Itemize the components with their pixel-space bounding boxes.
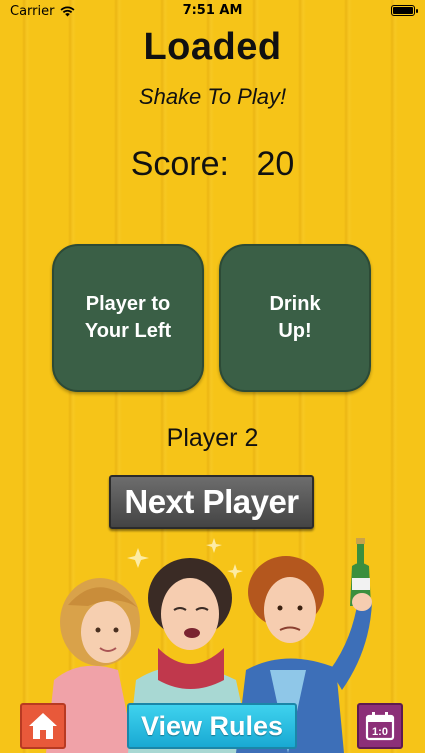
card-left-line1: Player to [85, 293, 171, 315]
card-right-line1: Drink [269, 293, 321, 315]
battery-icon [391, 5, 418, 16]
app-title: Loaded [143, 26, 282, 68]
challenge-card-left-text: Player to Your Left [85, 291, 171, 345]
app-subtitle: Shake To Play! [138, 84, 287, 109]
calendar-icon: 1:0 [365, 712, 395, 741]
challenge-card-right[interactable]: Drink Up! [219, 244, 371, 392]
status-time: 7:51 AM [182, 3, 243, 18]
score-display: Score: 20 [0, 145, 425, 184]
scoreboard-button[interactable]: 1:0 [357, 703, 403, 749]
challenge-card-left[interactable]: Player to Your Left [52, 244, 204, 392]
card-left-line2: Your Left [84, 320, 172, 342]
calendar-icon-text: 1:0 [372, 726, 388, 738]
card-right-line2: Up! [278, 320, 312, 342]
home-button[interactable] [20, 703, 66, 749]
next-player-button[interactable]: Next Player [109, 475, 314, 529]
challenge-card-right-text: Drink Up! [269, 291, 320, 345]
score-label: Score: [130, 145, 229, 183]
home-icon [29, 713, 57, 739]
status-bar: Carrier 7:51 AM [0, 0, 425, 22]
current-player-label: Player 2 [166, 424, 259, 452]
score-value: 20 [256, 145, 295, 183]
view-rules-button[interactable]: View Rules [127, 703, 297, 749]
